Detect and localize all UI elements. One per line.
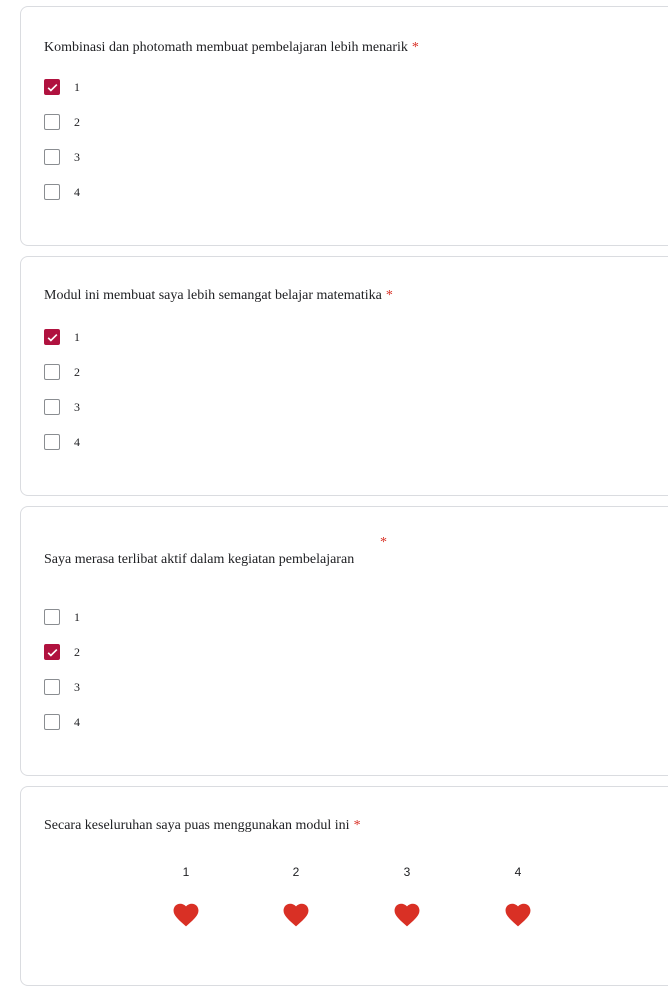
option-label: 1 <box>74 609 80 624</box>
checkbox-icon[interactable] <box>44 149 60 165</box>
question-card-4: Secara keseluruhan saya puas menggunakan… <box>20 786 668 986</box>
checkbox-option-1[interactable]: 1 <box>44 607 80 627</box>
question-card-3: Saya merasa terlibat aktif dalam kegiata… <box>20 506 668 776</box>
question-card-1: Kombinasi dan photomath membuat pembelaj… <box>20 6 668 246</box>
heart-icon[interactable] <box>394 903 420 927</box>
question-title: Modul ini membuat saya lebih semangat be… <box>44 288 393 303</box>
heart-icon[interactable] <box>283 903 309 927</box>
checkbox-icon[interactable] <box>44 714 60 730</box>
checkbox-checked-icon[interactable] <box>44 644 60 660</box>
required-asterisk: * <box>380 535 387 550</box>
rating-option-1[interactable]: 1 <box>166 865 206 927</box>
option-label: 2 <box>74 644 80 659</box>
option-label: 1 <box>74 329 80 344</box>
question-card-2: Modul ini membuat saya lebih semangat be… <box>20 256 668 496</box>
checkbox-option-1[interactable]: 1 <box>44 77 80 97</box>
checkbox-icon[interactable] <box>44 114 60 130</box>
option-label: 4 <box>74 714 80 729</box>
required-asterisk: * <box>385 288 393 303</box>
checkbox-option-3[interactable]: 3 <box>44 147 80 167</box>
rating-label: 3 <box>403 865 411 879</box>
checkbox-option-4[interactable]: 4 <box>44 182 80 202</box>
rating-label: 1 <box>182 865 190 879</box>
checkbox-checked-icon[interactable] <box>44 329 60 345</box>
checkbox-option-3[interactable]: 3 <box>44 397 80 417</box>
question-title: Secara keseluruhan saya puas menggunakan… <box>44 818 361 833</box>
required-asterisk: * <box>353 818 361 833</box>
checkbox-option-3[interactable]: 3 <box>44 677 80 697</box>
checkbox-icon[interactable] <box>44 184 60 200</box>
checkbox-checked-icon[interactable] <box>44 79 60 95</box>
rating-option-4[interactable]: 4 <box>498 865 538 927</box>
checkbox-option-4[interactable]: 4 <box>44 712 80 732</box>
option-label: 3 <box>74 399 80 414</box>
checkbox-icon[interactable] <box>44 364 60 380</box>
option-label: 1 <box>74 79 80 94</box>
checkbox-icon[interactable] <box>44 679 60 695</box>
checkbox-icon[interactable] <box>44 399 60 415</box>
heart-icon[interactable] <box>173 903 199 927</box>
option-label: 4 <box>74 184 80 199</box>
rating-option-2[interactable]: 2 <box>276 865 316 927</box>
option-label: 4 <box>74 434 80 449</box>
checkbox-option-2[interactable]: 2 <box>44 112 80 132</box>
heart-rating: 1 2 3 4 <box>21 865 661 945</box>
rating-option-3[interactable]: 3 <box>387 865 427 927</box>
question-title: Saya merasa terlibat aktif dalam kegiata… <box>44 552 355 567</box>
checkbox-icon[interactable] <box>44 434 60 450</box>
rating-label: 2 <box>292 865 300 879</box>
heart-icon[interactable] <box>505 903 531 927</box>
option-label: 3 <box>74 679 80 694</box>
checkbox-option-2[interactable]: 2 <box>44 362 80 382</box>
checkbox-option-2[interactable]: 2 <box>44 642 80 662</box>
checkbox-option-1[interactable]: 1 <box>44 327 80 347</box>
required-asterisk: * <box>411 40 419 55</box>
option-label: 2 <box>74 364 80 379</box>
option-label: 3 <box>74 149 80 164</box>
option-label: 2 <box>74 114 80 129</box>
checkbox-icon[interactable] <box>44 609 60 625</box>
checkbox-option-4[interactable]: 4 <box>44 432 80 452</box>
question-title: Kombinasi dan photomath membuat pembelaj… <box>44 40 419 55</box>
rating-label: 4 <box>514 865 522 879</box>
